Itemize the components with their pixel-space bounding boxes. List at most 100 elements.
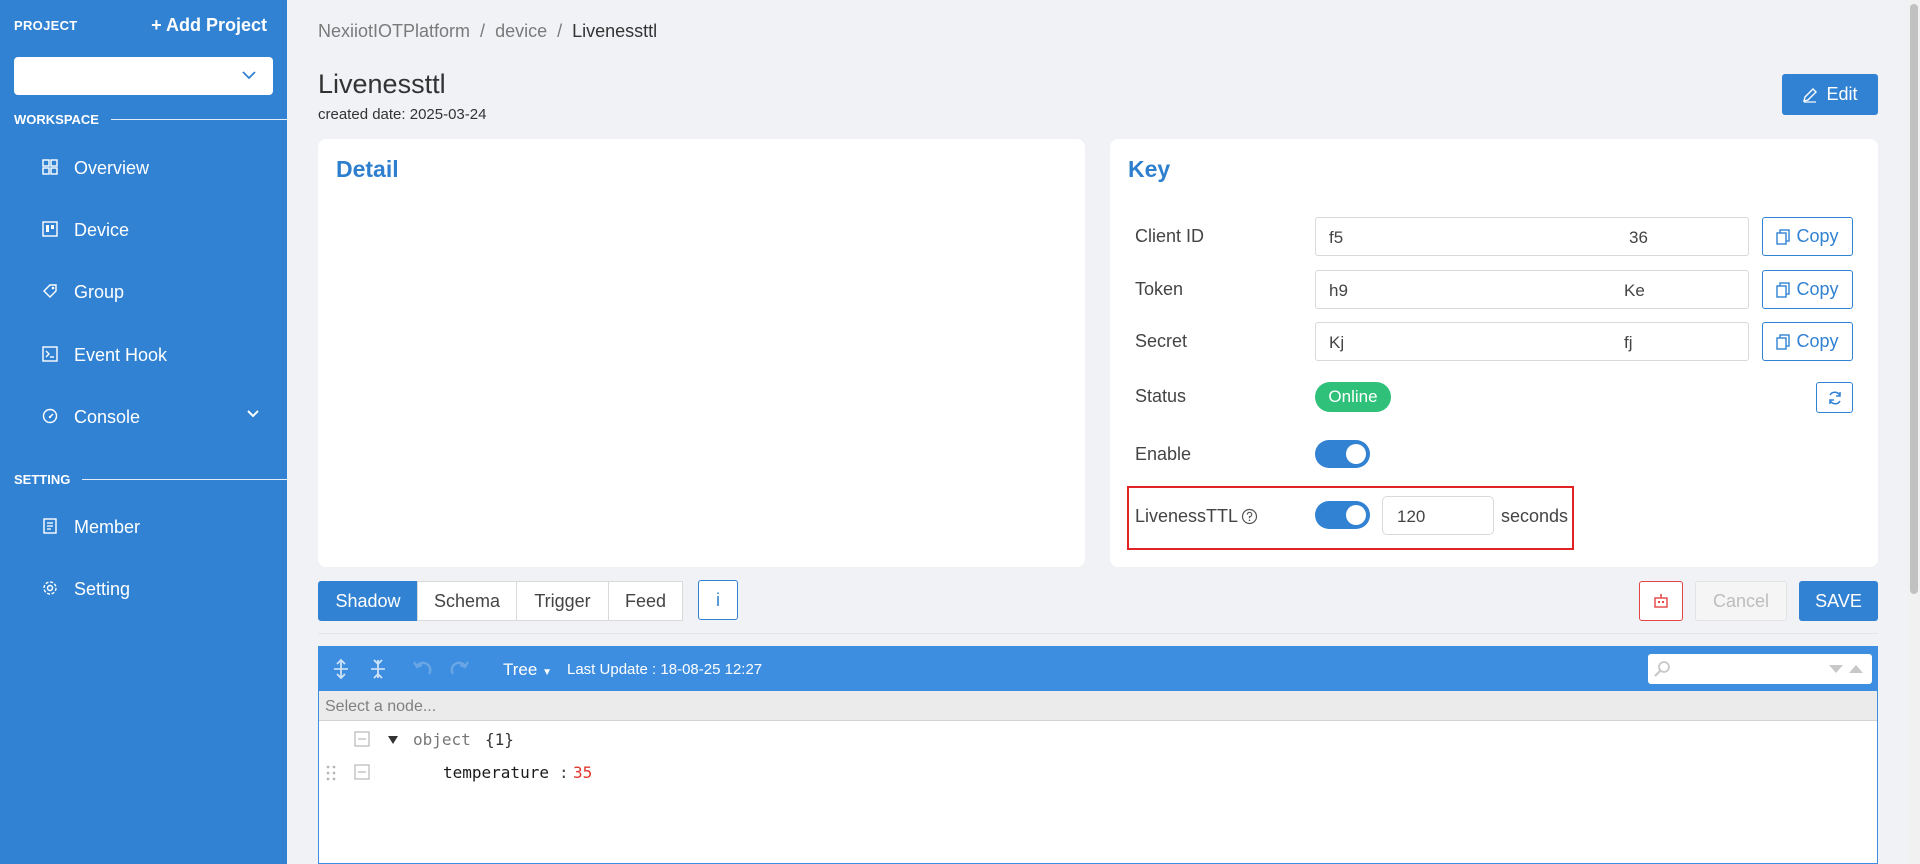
root-count: {1} [485, 730, 514, 749]
pencil-icon [1803, 87, 1818, 103]
page-title: Livenessttl [318, 69, 446, 99]
secret-label: Secret [1135, 331, 1188, 351]
setting-section: SETTING [14, 472, 287, 487]
info-button[interactable]: i [698, 580, 738, 620]
token-value-end: Ke [1624, 281, 1645, 300]
sidebar: PROJECT + Add Project WORKSPACE Overview… [0, 0, 287, 864]
editor-toolbar: Tree ▼ Last Update : 18-08-25 12:27 [319, 647, 1877, 691]
token-field[interactable]: h9 Ke [1315, 270, 1749, 309]
sidebar-item-label: Setting [74, 578, 131, 599]
save-button[interactable]: SAVE [1799, 581, 1878, 621]
field-separator: : [559, 763, 569, 782]
sidebar-item-event-hook[interactable]: Event Hook [42, 340, 262, 370]
breadcrumb-separator: / [480, 21, 486, 41]
sidebar-item-overview[interactable]: Overview [42, 153, 262, 183]
divider [82, 479, 287, 480]
mode-label: Tree [503, 660, 538, 679]
client-id-value-start: f5 [1329, 228, 1344, 247]
project-select[interactable] [14, 57, 273, 95]
created-date: created date: 2025-03-24 [318, 106, 487, 123]
json-editor: Tree ▼ Last Update : 18-08-25 12:27 Sele… [318, 646, 1878, 864]
mode-select[interactable]: Tree ▼ [503, 660, 552, 680]
tab-schema[interactable]: Schema [417, 581, 517, 621]
sidebar-item-group[interactable]: Group [42, 277, 262, 307]
terminal-icon [42, 346, 60, 364]
undo-icon[interactable] [411, 658, 433, 680]
setting-label: SETTING [14, 472, 71, 487]
divider [318, 633, 1878, 634]
redo-icon[interactable] [449, 658, 471, 680]
edit-label: Edit [1826, 84, 1858, 104]
client-id-field[interactable]: f5 36 [1315, 217, 1749, 256]
copy-icon [1776, 228, 1791, 245]
edit-button[interactable]: Edit [1782, 74, 1878, 115]
gear-icon [42, 580, 60, 598]
sidebar-item-label: Console [74, 406, 141, 427]
copy-label: Copy [1796, 279, 1839, 299]
detail-card: Detail [318, 139, 1085, 567]
token-value-start: h9 [1329, 281, 1348, 300]
caret-down-icon: ▼ [542, 667, 552, 678]
enable-label: Enable [1135, 444, 1192, 464]
add-project-button[interactable]: + Add Project [151, 15, 267, 36]
breadcrumb: NexiiotIOTPlatform / device / Livenessttl [318, 21, 657, 42]
tree-row-field: temperature : 35 [319, 760, 1877, 786]
key-title: Key [1128, 156, 1171, 182]
sidebar-item-setting[interactable]: Setting [42, 574, 262, 604]
tab-shadow[interactable]: Shadow [318, 581, 418, 621]
divider [110, 119, 287, 120]
member-icon [42, 518, 60, 536]
chevron-down-icon [242, 71, 256, 80]
copy-client-id-button[interactable]: Copy [1762, 217, 1853, 256]
field-key[interactable]: temperature [443, 763, 549, 782]
sidebar-item-label: Overview [74, 157, 150, 178]
tag-icon [42, 283, 60, 301]
chevron-down-icon [247, 410, 259, 418]
tab-feed[interactable]: Feed [608, 581, 683, 621]
sidebar-item-member[interactable]: Member [42, 512, 262, 542]
sidebar-item-console[interactable]: Console [42, 402, 262, 432]
tab-bar: Shadow Schema Trigger Feed [318, 581, 683, 621]
editor-navbar: Select a node... [319, 691, 1877, 721]
cancel-button[interactable]: Cancel [1695, 581, 1787, 621]
context-menu-icon[interactable] [354, 731, 370, 747]
token-label: Token [1135, 279, 1184, 299]
field-value[interactable]: 35 [573, 763, 592, 782]
copy-token-button[interactable]: Copy [1762, 270, 1853, 309]
robot-icon [1654, 594, 1668, 608]
expand-all-icon[interactable] [332, 658, 350, 680]
secret-value-end: fj [1624, 333, 1633, 352]
tree-row-root: object {1} [319, 727, 1877, 753]
copy-label: Copy [1796, 226, 1839, 246]
sidebar-item-device[interactable]: Device [42, 215, 262, 245]
last-update: Last Update : 18-08-25 12:27 [567, 661, 763, 678]
editor-search-input[interactable] [1648, 654, 1872, 684]
page-scrollbar[interactable] [1908, 0, 1920, 864]
search-icon [1654, 661, 1670, 677]
drag-handle-icon[interactable] [326, 765, 336, 781]
secret-field[interactable]: Kj fj [1315, 322, 1749, 361]
delete-button[interactable] [1639, 581, 1683, 621]
refresh-status-button[interactable] [1816, 382, 1853, 413]
refresh-icon [1828, 390, 1841, 405]
breadcrumb-separator: / [557, 21, 563, 41]
device-icon [42, 221, 60, 239]
client-id-value-end: 36 [1629, 228, 1648, 247]
breadcrumb-item[interactable]: device [495, 21, 547, 41]
collapse-all-icon[interactable] [369, 658, 387, 680]
expand-toggle-icon[interactable] [387, 735, 399, 745]
scrollbar-thumb[interactable] [1910, 4, 1918, 594]
sidebar-item-label: Member [74, 516, 141, 537]
copy-label: Copy [1796, 331, 1839, 351]
breadcrumb-item[interactable]: NexiiotIOTPlatform [318, 21, 470, 41]
search-next-icon[interactable] [1828, 664, 1844, 674]
enable-toggle[interactable] [1315, 440, 1370, 468]
copy-icon [1776, 281, 1791, 298]
secret-value-start: Kj [1329, 333, 1345, 352]
copy-secret-button[interactable]: Copy [1762, 322, 1853, 361]
context-menu-icon[interactable] [354, 764, 370, 780]
search-previous-icon[interactable] [1848, 664, 1864, 674]
sidebar-item-label: Device [74, 219, 130, 240]
tab-trigger[interactable]: Trigger [516, 581, 609, 621]
client-id-label: Client ID [1135, 226, 1205, 246]
